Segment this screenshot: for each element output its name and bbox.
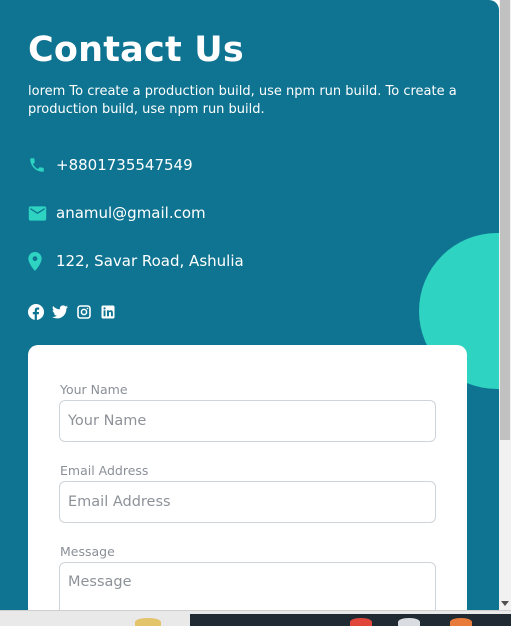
- vertical-scrollbar-thumb[interactable]: [500, 0, 510, 440]
- phone-number: +8801735547549: [56, 156, 193, 174]
- email-address: anamul@gmail.com: [56, 204, 206, 222]
- page-title: Contact Us: [28, 30, 244, 70]
- phone-row: +8801735547549: [28, 153, 193, 177]
- taskbar-app-icon[interactable]: [350, 618, 372, 626]
- contact-panel: Contact Us lorem To create a production …: [0, 0, 499, 610]
- browser-viewport: Contact Us lorem To create a production …: [0, 0, 511, 626]
- mail-icon: [28, 203, 48, 223]
- message-textarea[interactable]: [59, 562, 436, 610]
- instagram-icon[interactable]: [76, 304, 92, 320]
- taskbar-app-icon[interactable]: [135, 618, 161, 626]
- name-label: Your Name: [60, 382, 128, 397]
- taskbar-app-icon[interactable]: [450, 618, 472, 626]
- scroll-down-arrow-icon[interactable]: [499, 596, 511, 610]
- location-pin-icon: [28, 251, 48, 271]
- page-description: lorem To create a production build, use …: [28, 84, 457, 117]
- twitter-icon[interactable]: [52, 304, 68, 320]
- facebook-icon[interactable]: [28, 304, 44, 320]
- social-links: [28, 304, 124, 320]
- street-address: 122, Savar Road, Ashulia: [56, 252, 244, 270]
- linkedin-icon[interactable]: [100, 304, 116, 320]
- taskbar-app-icon[interactable]: [398, 618, 420, 626]
- message-label: Message: [60, 544, 115, 559]
- name-input[interactable]: [59, 400, 436, 442]
- email-input[interactable]: [59, 481, 436, 523]
- email-row: anamul@gmail.com: [28, 201, 206, 225]
- address-row: 122, Savar Road, Ashulia: [28, 249, 244, 273]
- email-label: Email Address: [60, 463, 149, 478]
- phone-icon: [28, 155, 48, 175]
- contact-form: Your Name Email Address Message: [28, 345, 467, 610]
